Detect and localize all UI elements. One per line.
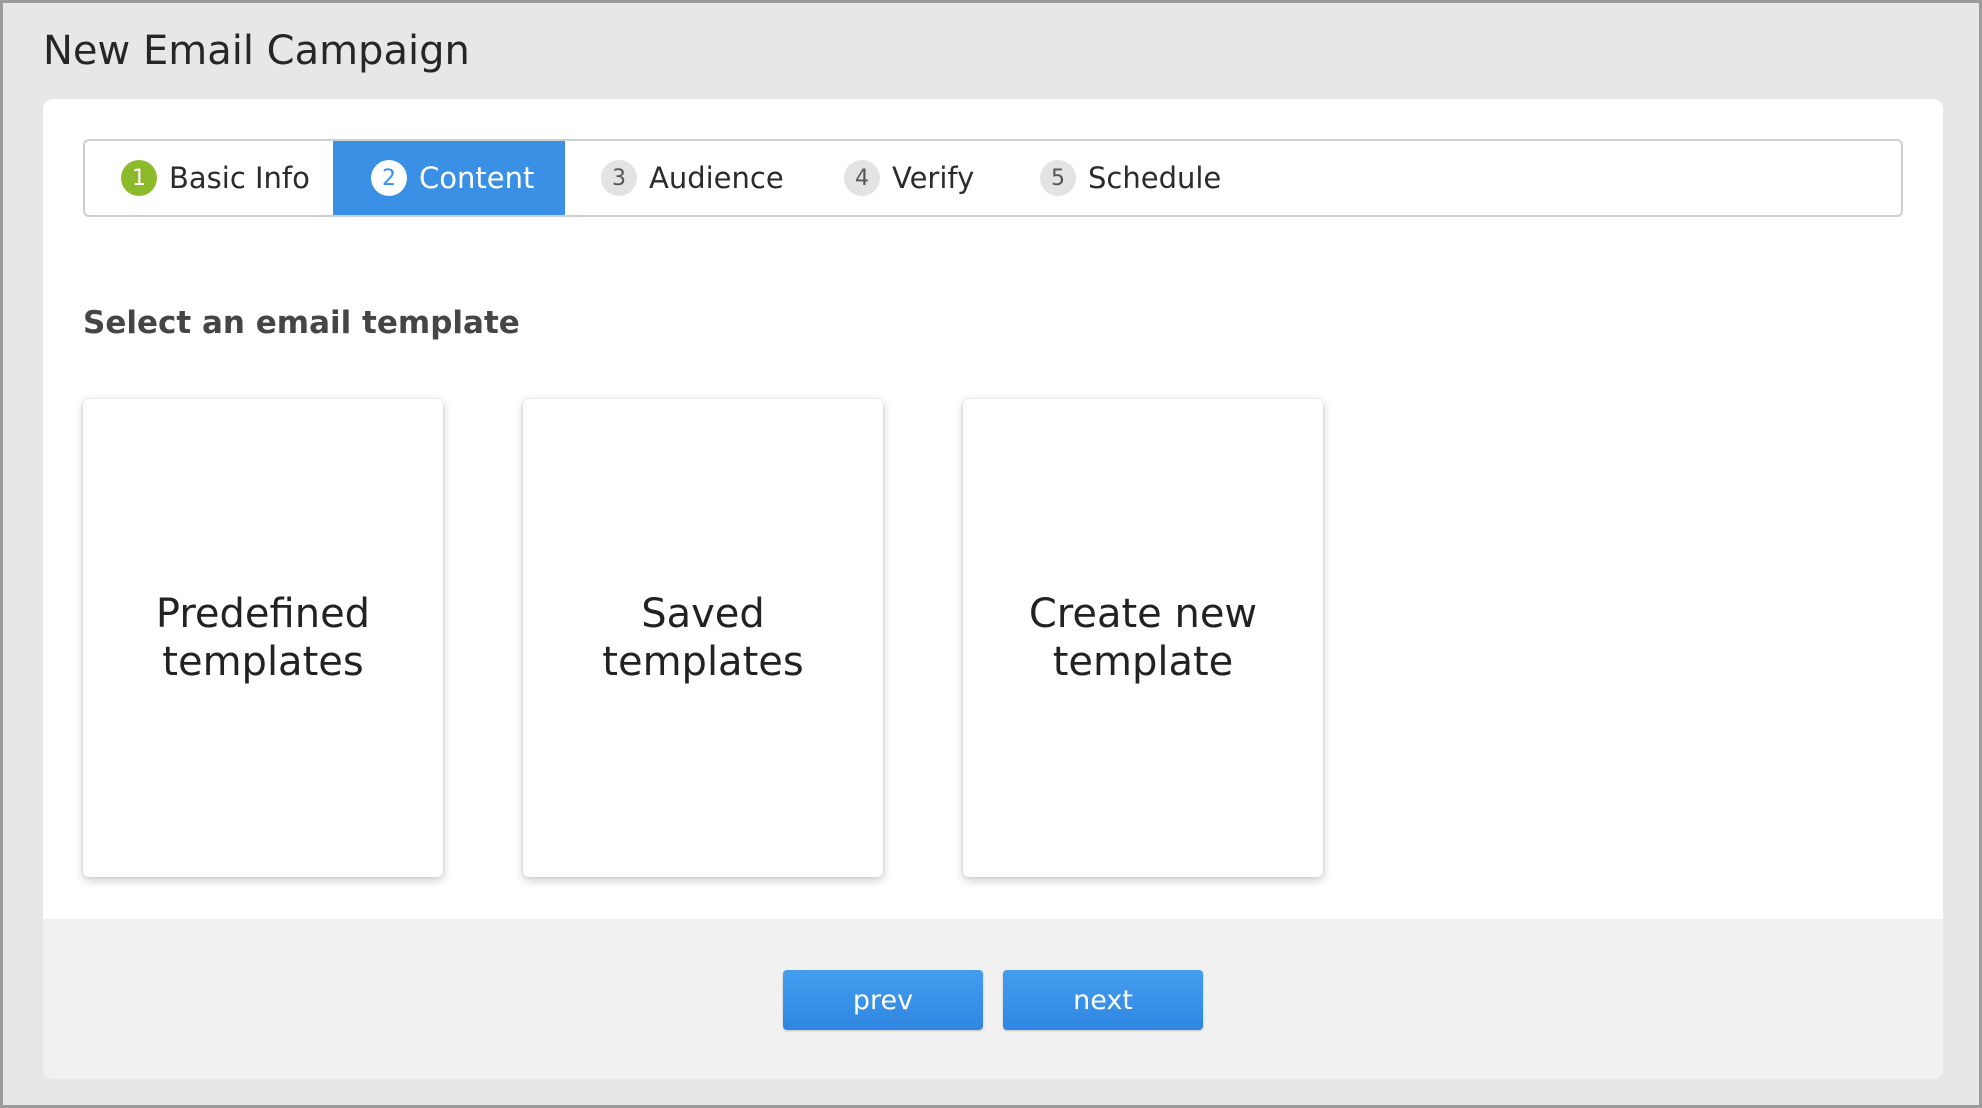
- card-label: Create new template: [1028, 591, 1258, 685]
- prev-button[interactable]: prev: [783, 970, 983, 1030]
- step-wizard: 1 Basic Info 2 Content 3 Audience 4 Veri…: [83, 139, 1903, 217]
- step-label: Content: [419, 161, 535, 195]
- step-verify[interactable]: 4 Verify: [808, 141, 1004, 215]
- step-label: Verify: [892, 161, 975, 195]
- predefined-templates-card[interactable]: Predefined templates: [83, 399, 443, 877]
- step-number-badge: 4: [844, 160, 880, 196]
- app-window: New Email Campaign 1 Basic Info 2 Conten…: [0, 0, 1982, 1108]
- wizard-footer: prev next: [43, 919, 1943, 1079]
- next-button[interactable]: next: [1003, 970, 1203, 1030]
- step-schedule[interactable]: 5 Schedule: [1004, 141, 1244, 215]
- section-heading: Select an email template: [83, 305, 520, 341]
- step-label: Basic Info: [169, 161, 310, 195]
- step-label: Schedule: [1088, 161, 1222, 195]
- page-title: New Email Campaign: [43, 28, 470, 74]
- saved-templates-card[interactable]: Saved templates: [523, 399, 883, 877]
- step-basic-info[interactable]: 1 Basic Info: [85, 141, 333, 215]
- step-number-badge: 1: [121, 160, 157, 196]
- step-audience[interactable]: 3 Audience: [565, 141, 808, 215]
- card-label: Saved templates: [602, 591, 804, 685]
- card-label: Predefined templates: [155, 591, 371, 685]
- step-number-badge: 2: [371, 160, 407, 196]
- step-content[interactable]: 2 Content: [333, 141, 565, 215]
- create-new-template-card[interactable]: Create new template: [963, 399, 1323, 877]
- step-number-badge: 5: [1040, 160, 1076, 196]
- campaign-panel: 1 Basic Info 2 Content 3 Audience 4 Veri…: [43, 99, 1943, 1079]
- step-number-badge: 3: [601, 160, 637, 196]
- step-label: Audience: [649, 161, 784, 195]
